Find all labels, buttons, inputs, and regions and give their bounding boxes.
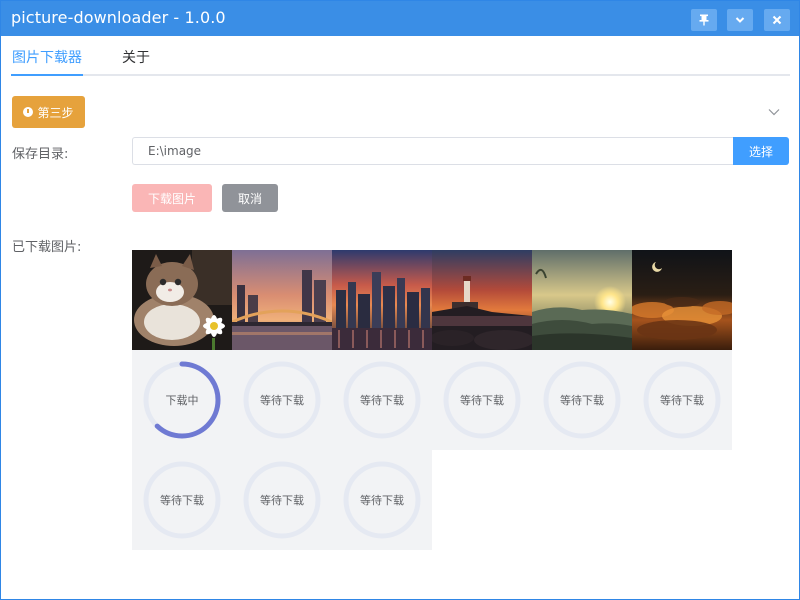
chevron-down-icon <box>735 17 745 23</box>
thumbnail-cat[interactable] <box>132 250 232 350</box>
progress-status: 等待下载 <box>360 494 404 507</box>
pin-icon <box>699 14 709 26</box>
downloaded-label: 已下载图片: <box>12 240 82 255</box>
progress-item: 等待下载 <box>632 350 732 450</box>
progress-item: 下载中 <box>132 350 232 450</box>
thumbnail-strip <box>132 250 732 350</box>
close-button[interactable] <box>764 9 790 31</box>
app-window: picture-downloader - 1.0.0 图片下载器 关于 第三步 … <box>0 0 800 600</box>
thumbnail-lighthouse[interactable] <box>432 250 532 350</box>
download-button[interactable]: 下载图片 <box>132 184 212 212</box>
progress-status: 等待下载 <box>260 494 304 507</box>
progress-status: 等待下载 <box>660 394 704 407</box>
pin-button[interactable] <box>691 9 717 31</box>
tab-bar: 图片下载器 关于 <box>1 36 799 76</box>
progress-status: 等待下载 <box>560 394 604 407</box>
progress-status: 下载中 <box>165 394 199 407</box>
progress-item: 等待下载 <box>332 450 432 550</box>
thumbnail-night-clouds[interactable] <box>632 250 732 350</box>
progress-item: 等待下载 <box>332 350 432 450</box>
save-dir-input[interactable] <box>132 137 734 165</box>
close-icon <box>772 15 782 25</box>
thumbnail-sunrise-hills[interactable] <box>532 250 632 350</box>
window-title: picture-downloader - 1.0.0 <box>11 8 226 27</box>
progress-status: 等待下载 <box>360 394 404 407</box>
progress-status: 等待下载 <box>460 394 504 407</box>
tab-active-indicator <box>11 74 83 76</box>
step-label: 第三步 <box>37 105 74 120</box>
progress-item: 等待下载 <box>232 450 332 550</box>
info-icon <box>23 107 34 117</box>
progress-item: 等待下载 <box>532 350 632 450</box>
tab-about[interactable]: 关于 <box>122 47 150 67</box>
thumbnail-skyline[interactable] <box>332 250 432 350</box>
tabs-divider <box>11 74 790 76</box>
title-bar[interactable]: picture-downloader - 1.0.0 <box>1 1 799 36</box>
progress-item: 等待下载 <box>132 450 232 550</box>
save-dir-label: 保存目录: <box>12 147 69 162</box>
chevron-down-icon[interactable] <box>767 105 781 119</box>
progress-grid: 下载中 等待下载 等待下载 等待下载 等待下载 等待下载 等待下载 等待下载 等待下载 <box>132 350 732 550</box>
cancel-button[interactable]: 取消 <box>222 184 278 212</box>
tab-picture-downloader[interactable]: 图片下载器 <box>12 47 82 67</box>
progress-item: 等待下载 <box>432 350 532 450</box>
choose-button[interactable]: 选择 <box>733 137 789 165</box>
collapse-button[interactable] <box>727 9 753 31</box>
step-button[interactable]: 第三步 <box>12 96 85 128</box>
thumbnail-city-bridge[interactable] <box>232 250 332 350</box>
progress-status: 等待下载 <box>260 394 304 407</box>
progress-item: 等待下载 <box>232 350 332 450</box>
progress-status: 等待下载 <box>160 494 204 507</box>
